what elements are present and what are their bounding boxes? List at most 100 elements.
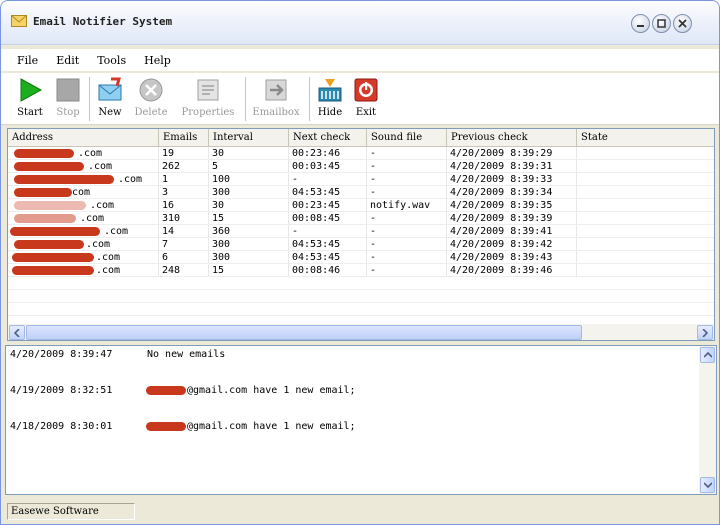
log-time: 4/20/2009 8:39:47 xyxy=(10,349,113,360)
address-cell: .com xyxy=(8,238,159,250)
hide-button[interactable]: Hide xyxy=(315,77,345,118)
exit-button[interactable]: Exit xyxy=(351,77,381,118)
table-row[interactable]: .com 6 300 04:53:45 - 4/20/2009 8:39:43 xyxy=(8,251,714,264)
redaction-mark xyxy=(12,266,94,275)
column-header-emails[interactable]: Emails xyxy=(159,129,209,147)
state-cell xyxy=(577,199,714,211)
emails-cell: 19 xyxy=(159,147,209,159)
sound-file-cell: - xyxy=(367,173,447,185)
address-cell: .com xyxy=(8,173,159,185)
previous-check-cell: 4/20/2009 8:39:31 xyxy=(447,160,577,172)
start-button[interactable]: Start xyxy=(13,77,47,118)
scroll-left-button[interactable] xyxy=(9,325,25,340)
scroll-down-button[interactable] xyxy=(700,477,715,493)
emails-cell: 16 xyxy=(159,199,209,211)
chevron-left-icon xyxy=(14,328,20,337)
column-header-interval[interactable]: Interval xyxy=(209,129,289,147)
next-check-cell: 04:53:45 xyxy=(289,238,367,250)
menu-help[interactable]: Help xyxy=(140,52,175,69)
emails-cell: 3 xyxy=(159,186,209,198)
scroll-thumb[interactable] xyxy=(26,325,582,340)
close-icon xyxy=(678,19,687,28)
emails-cell: 6 xyxy=(159,251,209,263)
delete-button[interactable]: Delete xyxy=(131,77,171,118)
redaction-mark xyxy=(146,422,186,431)
interval-cell: 360 xyxy=(209,225,289,237)
maximize-icon xyxy=(657,19,666,28)
column-header-next-check[interactable]: Next check xyxy=(289,129,367,147)
column-header-address[interactable]: Address xyxy=(8,129,159,147)
previous-check-cell: 4/20/2009 8:39:29 xyxy=(447,147,577,159)
table-row[interactable]: .com 310 15 00:08:45 - 4/20/2009 8:39:39 xyxy=(8,212,714,225)
account-list[interactable]: Address Emails Interval Next check Sound… xyxy=(7,128,715,341)
chevron-right-icon xyxy=(702,328,708,337)
redaction-mark xyxy=(14,188,72,197)
close-button[interactable] xyxy=(673,14,692,33)
address-cell: .com xyxy=(8,251,159,263)
maximize-button[interactable] xyxy=(652,14,671,33)
table-row[interactable]: .com 248 15 00:08:46 - 4/20/2009 8:39:46 xyxy=(8,264,714,277)
scroll-right-button[interactable] xyxy=(697,325,713,340)
address-text: .com xyxy=(90,200,115,211)
column-header-state[interactable]: State xyxy=(577,129,714,147)
state-cell xyxy=(577,238,714,250)
previous-check-cell: 4/20/2009 8:39:43 xyxy=(447,251,577,263)
log-message: @gmail.com have 1 new email; xyxy=(187,385,356,396)
table-row[interactable]: .com 262 5 00:03:45 - 4/20/2009 8:39:31 xyxy=(8,160,714,173)
address-cell: .com xyxy=(8,212,159,224)
sound-file-cell: - xyxy=(367,225,447,237)
empty-row xyxy=(8,290,714,303)
log-panel[interactable]: 4/20/2009 8:39:47 No new emails 4/19/200… xyxy=(5,345,717,495)
next-check-cell: - xyxy=(289,225,367,237)
title-bar[interactable]: Email Notifier System xyxy=(1,1,719,45)
toolbar-separator xyxy=(245,77,247,121)
address-text: .com xyxy=(96,265,121,276)
address-text: .com xyxy=(80,213,105,224)
emailbox-button[interactable]: Emailbox xyxy=(251,77,301,118)
table-row[interactable]: .com 14 360 - - 4/20/2009 8:39:41 xyxy=(8,225,714,238)
scroll-up-button[interactable] xyxy=(700,347,715,363)
toolbar-separator xyxy=(309,77,311,121)
state-cell xyxy=(577,147,714,159)
table-row[interactable]: com 3 300 04:53:45 - 4/20/2009 8:39:34 xyxy=(8,186,714,199)
empty-row xyxy=(8,277,714,290)
delete-label: Delete xyxy=(134,107,168,118)
sound-file-cell: - xyxy=(367,160,447,172)
previous-check-cell: 4/20/2009 8:39:42 xyxy=(447,238,577,250)
new-button[interactable]: New xyxy=(95,77,125,118)
interval-cell: 30 xyxy=(209,199,289,211)
minimize-button[interactable] xyxy=(631,14,650,33)
stop-icon xyxy=(56,78,80,102)
table-row[interactable]: .com 1 100 - - 4/20/2009 8:39:33 xyxy=(8,173,714,186)
state-cell xyxy=(577,160,714,172)
redaction-mark xyxy=(14,149,74,158)
address-text: .com xyxy=(78,148,103,159)
redaction-mark xyxy=(14,240,84,249)
emails-cell: 248 xyxy=(159,264,209,276)
envelope-icon xyxy=(11,15,27,27)
menu-edit[interactable]: Edit xyxy=(52,52,83,69)
next-check-cell: 00:08:46 xyxy=(289,264,367,276)
stop-button[interactable]: Stop xyxy=(53,77,83,118)
column-header-previous-check[interactable]: Previous check xyxy=(447,129,577,147)
status-bar: Easewe Software xyxy=(1,499,719,524)
interval-cell: 300 xyxy=(209,251,289,263)
list-header: Address Emails Interval Next check Sound… xyxy=(8,129,714,147)
interval-cell: 300 xyxy=(209,238,289,250)
column-header-sound-file[interactable]: Sound file xyxy=(367,129,447,147)
menu-tools[interactable]: Tools xyxy=(93,52,130,69)
app-window: Email Notifier System File Edit Tools He… xyxy=(0,0,720,525)
properties-button[interactable]: Properties xyxy=(177,77,239,118)
table-row[interactable]: .com 19 30 00:23:46 - 4/20/2009 8:39:29 xyxy=(8,147,714,160)
address-text: com xyxy=(72,187,91,198)
emails-cell: 1 xyxy=(159,173,209,185)
vertical-scrollbar[interactable] xyxy=(699,346,716,494)
horizontal-scrollbar[interactable] xyxy=(8,323,714,340)
table-row[interactable]: .com 7 300 04:53:45 - 4/20/2009 8:39:42 xyxy=(8,238,714,251)
previous-check-cell: 4/20/2009 8:39:41 xyxy=(447,225,577,237)
address-text: .com xyxy=(88,161,113,172)
table-row[interactable]: .com 16 30 00:23:45 notify.wav 4/20/2009… xyxy=(8,199,714,212)
menu-file[interactable]: File xyxy=(13,52,42,69)
log-message: No new emails xyxy=(147,349,226,360)
state-cell xyxy=(577,173,714,185)
